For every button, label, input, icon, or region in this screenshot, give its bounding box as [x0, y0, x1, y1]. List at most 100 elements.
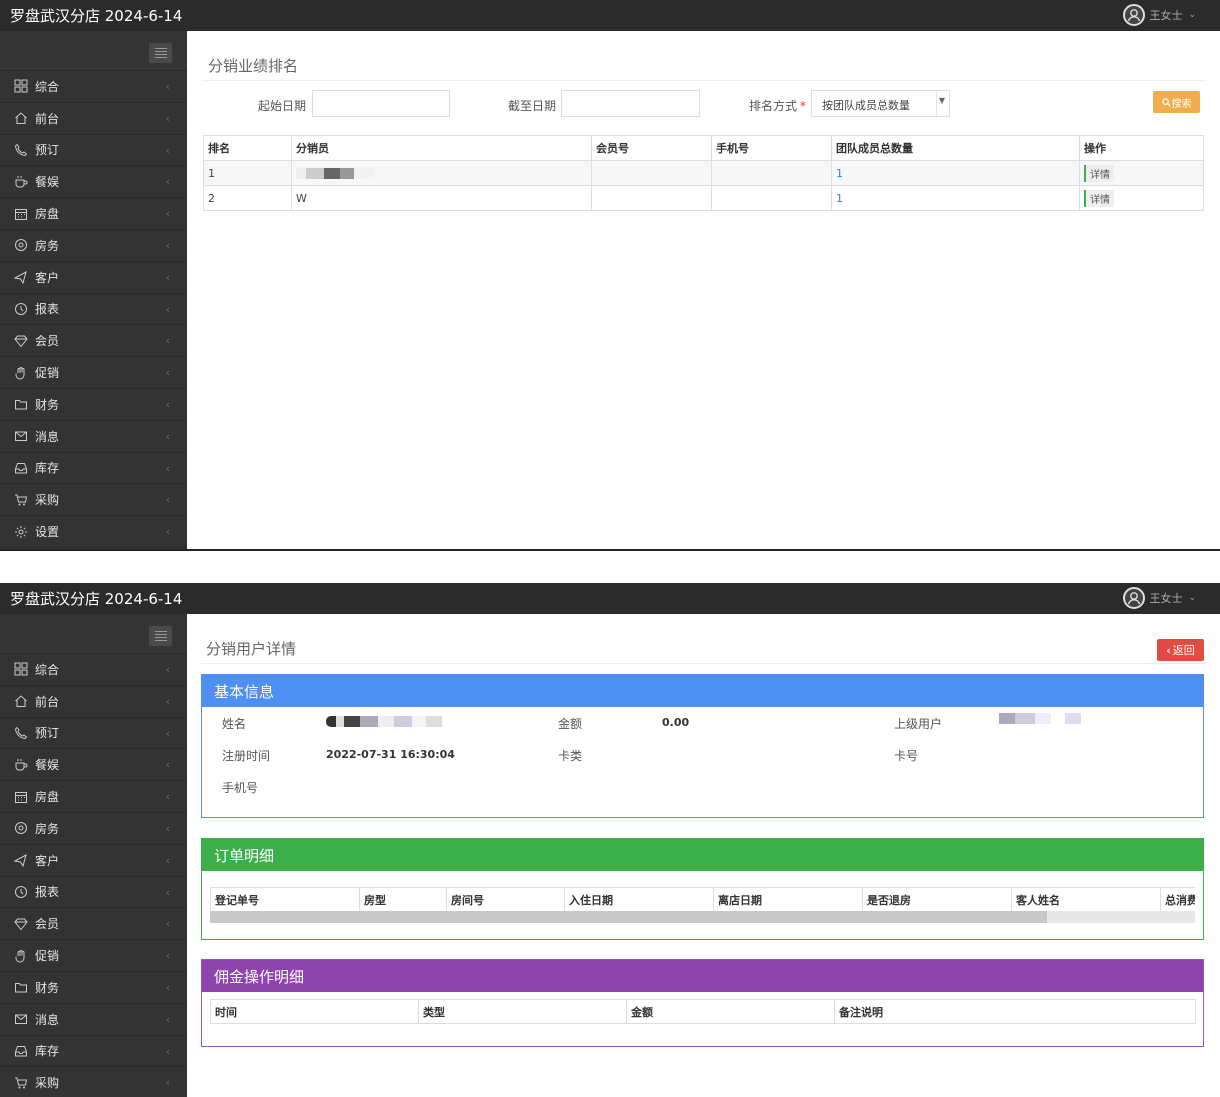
- user-menu[interactable]: 王女士 ⌄: [1123, 2, 1196, 28]
- horizontal-scrollbar[interactable]: [210, 911, 1195, 923]
- sidebar-item[interactable]: 财务 ‹: [0, 389, 187, 421]
- detail-button[interactable]: 详情: [1084, 189, 1114, 207]
- order-table: 登记单号 房型 房间号 入住日期 离店日期 是否退房 客人姓名 总消费: [210, 887, 1195, 911]
- col-phone: 手机号: [711, 135, 832, 161]
- sidebar-item[interactable]: 餐娱 ‹: [0, 749, 187, 782]
- chevron-left-icon: ‹: [1166, 643, 1171, 657]
- start-date-input[interactable]: [312, 90, 450, 117]
- chevron-left-icon: ‹: [165, 949, 170, 963]
- sidebar-item[interactable]: 房盘 ‹: [0, 781, 187, 813]
- sidebar-item-label: 促销: [35, 949, 60, 964]
- sidebar-item[interactable]: 综合 ‹: [0, 71, 187, 103]
- col-total-spend: 总消费: [1160, 887, 1195, 911]
- user-name: 王女士: [1149, 9, 1183, 22]
- chevron-left-icon: ‹: [165, 758, 170, 772]
- sidebar-item[interactable]: 促销 ‹: [0, 940, 187, 972]
- col-rank: 排名: [203, 135, 292, 161]
- sidebar-item[interactable]: 报表 ‹: [0, 294, 187, 326]
- search-button-label: 搜索: [1171, 98, 1192, 110]
- clock-icon: [13, 302, 29, 316]
- sidebar-item[interactable]: 综合 ‹: [0, 654, 187, 686]
- sidebar-item[interactable]: 前台 ‹: [0, 686, 187, 718]
- main-content: 分销业绩排名 起始日期 截至日期 排名方式 * 按团队成员总数量 ▼ 搜索 排名 …: [188, 31, 1220, 549]
- sidebar-item[interactable]: 报表 ‹: [0, 877, 187, 909]
- sidebar-item[interactable]: 客户 ‹: [0, 845, 187, 877]
- sidebar-item[interactable]: 消息 ‹: [0, 421, 187, 453]
- col-team-count: 团队成员总数量: [831, 135, 1080, 161]
- chevron-left-icon: ‹: [165, 1044, 170, 1058]
- order-header-row: 登记单号 房型 房间号 入住日期 离店日期 是否退房 客人姓名 总消费: [210, 887, 1195, 911]
- table-header-row: 排名 分销员 会员号 手机号 团队成员总数量 操作: [203, 135, 1204, 161]
- commission-header-row: 时间 类型 金额 备注说明: [210, 999, 1196, 1024]
- app-title: 罗盘武汉分店 2024-6-14: [10, 7, 183, 25]
- chevron-left-icon: ‹: [165, 493, 170, 507]
- sidebar-item-label: 报表: [35, 885, 60, 900]
- team-count-link[interactable]: 1: [836, 192, 843, 205]
- search-button[interactable]: 搜索: [1153, 91, 1200, 113]
- sidebar-item[interactable]: 采购 ‹: [0, 484, 187, 517]
- sidebar-item-label: 前台: [35, 694, 60, 709]
- sidebar-item[interactable]: 财务 ‹: [0, 972, 187, 1004]
- team-count-link[interactable]: 1: [836, 167, 843, 180]
- sidebar-item[interactable]: 会员 ‹: [0, 325, 187, 358]
- sidebar-item-label: 餐娱: [35, 758, 60, 773]
- user-menu[interactable]: 王女士 ⌄: [1123, 585, 1196, 611]
- chevron-left-icon: ‹: [165, 821, 170, 835]
- mail-icon: [13, 429, 29, 443]
- col-time: 时间: [210, 999, 419, 1024]
- back-button[interactable]: ‹ 返回: [1157, 639, 1204, 661]
- sidebar-item[interactable]: 预订 ‹: [0, 718, 187, 750]
- settings-wheel-icon: [13, 821, 29, 835]
- sidebar-item[interactable]: 采购 ‹: [0, 1067, 187, 1097]
- back-button-label: 返回: [1172, 644, 1195, 657]
- sidebar-nav: 综合 ‹ 前台 ‹ 预订 ‹ 餐娱 ‹ 房盘 ‹ 房务 ‹ 客户 ‹ 报表 ‹ 会员 ‹ 促销 ‹ 财务 ‹ 消息 ‹ 库存 ‹ 采…: [0, 71, 187, 548]
- sidebar-item[interactable]: 房务 ‹: [0, 813, 187, 845]
- chevron-left-icon: ‹: [165, 270, 170, 284]
- home-icon: [13, 694, 29, 708]
- sidebar-item[interactable]: 预订 ‹: [0, 135, 187, 167]
- settings-wheel-icon: [13, 238, 29, 252]
- inbox-icon: [13, 461, 29, 475]
- end-date-input[interactable]: [561, 90, 700, 117]
- sidebar-item-label: 房务: [35, 821, 60, 836]
- sidebar-item-label: 房务: [35, 238, 60, 253]
- col-room-type: 房型: [359, 887, 447, 911]
- hand-icon: [13, 366, 29, 380]
- sidebar-item-label: 餐娱: [35, 175, 60, 190]
- chevron-left-icon: ‹: [165, 334, 170, 348]
- sidebar-header: [0, 31, 187, 71]
- sidebar-item[interactable]: 设置 ‹: [0, 516, 187, 548]
- sidebar-item[interactable]: 前台 ‹: [0, 103, 187, 135]
- sidebar-item[interactable]: 房务 ‹: [0, 230, 187, 262]
- menu-toggle-icon[interactable]: [149, 626, 172, 646]
- sidebar-item[interactable]: 库存 ‹: [0, 1036, 187, 1068]
- chevron-left-icon: ‹: [165, 694, 170, 708]
- sidebar-item[interactable]: 房盘 ‹: [0, 198, 187, 230]
- chevron-left-icon: ‹: [165, 853, 170, 867]
- sidebar-item[interactable]: 库存 ‹: [0, 453, 187, 485]
- col-register-no: 登记单号: [210, 887, 360, 911]
- sidebar-item-label: 房盘: [35, 790, 60, 805]
- sidebar-item[interactable]: 餐娱 ‹: [0, 166, 187, 199]
- table-row: 2 W 1 详情: [203, 185, 1204, 211]
- menu-toggle-icon[interactable]: [149, 43, 172, 63]
- user-name: 王女士: [1149, 592, 1183, 605]
- sort-select[interactable]: 按团队成员总数量 ▼: [811, 90, 950, 117]
- sidebar-item[interactable]: 客户 ‹: [0, 262, 187, 294]
- table-row: 1 1 详情: [203, 160, 1204, 186]
- team-count-cell: 1: [831, 160, 1080, 186]
- commission-panel: 佣金操作明细 时间 类型 金额 备注说明: [201, 959, 1204, 1047]
- diamond-icon: [13, 917, 29, 931]
- phone-icon: [13, 726, 29, 740]
- sidebar-item-label: 采购: [35, 1076, 60, 1091]
- scrollbar-thumb[interactable]: [210, 911, 1048, 923]
- phone-cell: [711, 185, 832, 211]
- sidebar-item[interactable]: 会员 ‹: [0, 908, 187, 941]
- chevron-left-icon: ‹: [165, 397, 170, 411]
- chevron-left-icon: ‹: [165, 302, 170, 316]
- chevron-left-icon: ‹: [165, 80, 170, 93]
- detail-button[interactable]: 详情: [1084, 164, 1114, 182]
- sidebar-item[interactable]: 促销 ‹: [0, 357, 187, 389]
- sidebar-item[interactable]: 消息 ‹: [0, 1004, 187, 1036]
- hand-icon: [13, 949, 29, 963]
